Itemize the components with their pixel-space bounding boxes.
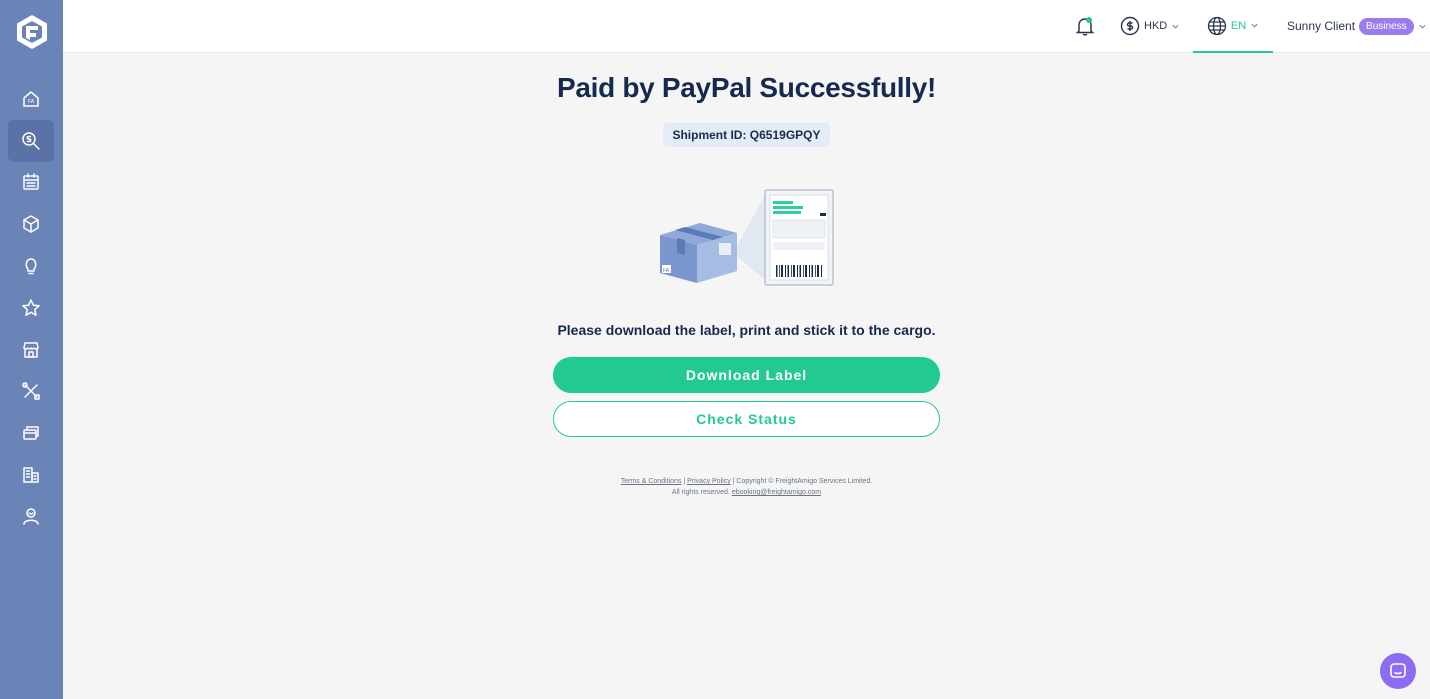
privacy-link[interactable]: Privacy Policy — [687, 478, 731, 485]
currency-label: HKD — [1144, 20, 1168, 32]
check-status-button[interactable]: Check Status — [553, 401, 940, 437]
chat-icon — [1390, 663, 1406, 678]
language-selector[interactable]: EN — [1193, 0, 1273, 53]
sidebar-item-quote[interactable] — [8, 120, 54, 162]
rights-text: All rights reserved. — [671, 489, 732, 496]
lightbulb-icon — [25, 258, 37, 275]
top-header: HKD EN Sunny Client Business — [63, 0, 1430, 53]
dollar-circle-icon — [1120, 16, 1140, 36]
freightamigo-logo[interactable] — [14, 14, 50, 50]
instruction-text: Please download the label, print and sti… — [557, 322, 936, 338]
store-icon — [23, 342, 39, 358]
chat-launcher-button[interactable] — [1380, 653, 1416, 689]
search-dollar-icon — [22, 132, 40, 150]
sidebar-item-schedule[interactable] — [8, 161, 54, 203]
copyright-text: | Copyright © FreightAmigo Services Limi… — [730, 478, 873, 485]
calendar-icon — [23, 173, 39, 190]
cards-icon — [23, 426, 39, 440]
sidebar-item-payments[interactable] — [8, 412, 54, 454]
user-menu[interactable]: Sunny Client Business — [1287, 15, 1427, 37]
page-title: Paid by PayPal Successfully! — [556, 72, 937, 103]
user-icon — [23, 508, 39, 525]
account-type-badge: Business — [1359, 17, 1414, 35]
language-label: EN — [1230, 19, 1247, 32]
currency-selector[interactable]: HKD — [1120, 14, 1180, 38]
download-label-button[interactable]: Download Label — [553, 357, 940, 393]
shipping-label-illustration: FA — [660, 189, 834, 286]
terms-link[interactable]: Terms & Conditions — [621, 478, 682, 485]
email-link[interactable]: ebooking@freightamigo.com — [732, 489, 821, 496]
chevron-down-icon — [1251, 23, 1258, 28]
sidebar-item-tools[interactable] — [8, 370, 54, 412]
chevron-down-icon — [1418, 24, 1426, 29]
footer: Terms & Conditions | Privacy Policy | Co… — [0, 476, 1430, 498]
sidebar-item-shipments[interactable] — [8, 203, 54, 245]
package-icon — [23, 215, 39, 233]
star-icon — [22, 299, 40, 316]
chevron-down-icon — [1172, 24, 1179, 29]
globe-icon — [1207, 16, 1227, 35]
tools-icon — [22, 382, 40, 400]
sidebar: FA — [0, 0, 63, 699]
shipment-id-badge: Shipment ID: Q6519GPQY — [663, 123, 830, 147]
user-name: Sunny Client — [1287, 19, 1356, 33]
notification-dot — [1086, 17, 1092, 23]
sidebar-item-insights[interactable] — [8, 245, 54, 287]
svg-text:FA: FA — [663, 268, 670, 274]
sidebar-item-account[interactable] — [8, 495, 54, 537]
notification-bell-icon[interactable] — [1074, 15, 1096, 37]
